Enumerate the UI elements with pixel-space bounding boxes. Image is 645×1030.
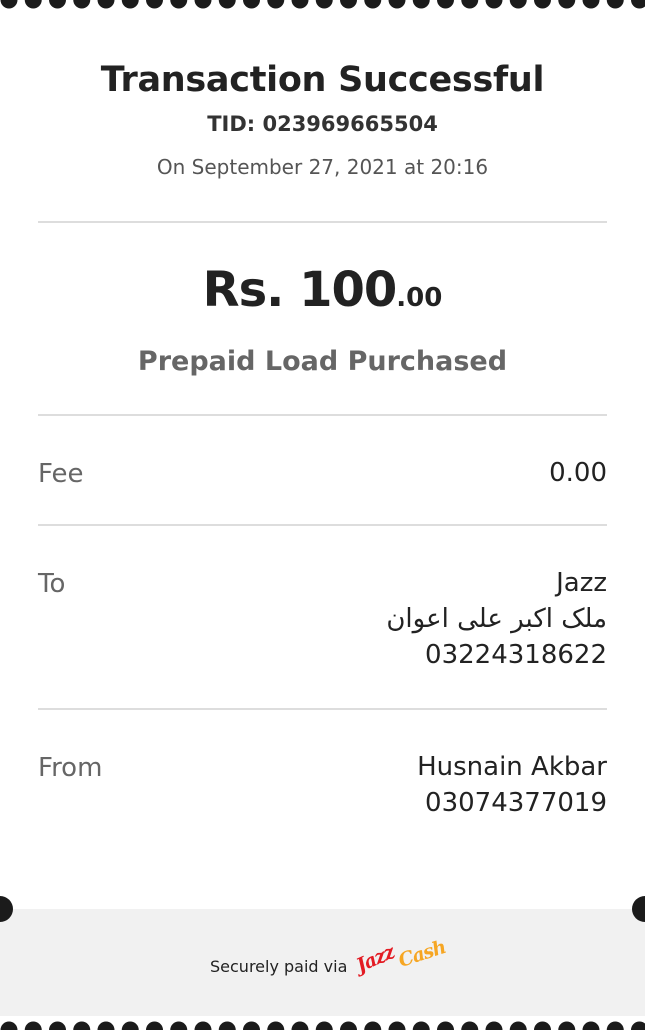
divider xyxy=(38,524,607,526)
to-label: To xyxy=(38,567,65,601)
from-label: From xyxy=(38,751,102,785)
page-title: Transaction Successful xyxy=(0,58,645,102)
transaction-description: Prepaid Load Purchased xyxy=(0,346,645,377)
to-number: 03224318622 xyxy=(386,637,607,673)
from-name: Husnain Akbar xyxy=(417,749,607,785)
amount-main: Rs. 100 xyxy=(203,262,397,318)
divider xyxy=(38,708,607,710)
divider xyxy=(38,221,607,223)
fee-value: 0.00 xyxy=(549,455,607,491)
fee-label: Fee xyxy=(38,457,84,491)
notch-right xyxy=(632,896,645,922)
jazzcash-logo: Jazz Cash xyxy=(358,941,454,991)
from-details: Husnain Akbar 03074377019 xyxy=(417,749,607,821)
divider xyxy=(38,414,607,416)
receipt-top-edge xyxy=(0,0,645,14)
secure-payment-label: Securely paid via xyxy=(210,957,347,977)
logo-cash-text: Cash xyxy=(396,936,448,972)
receipt-footer: Securely paid via Jazz Cash xyxy=(0,909,645,1016)
transaction-datetime: On September 27, 2021 at 20:16 xyxy=(0,154,645,180)
to-name: ملک اکبر علی اعوان xyxy=(386,601,607,637)
amount-cents: .00 xyxy=(396,283,442,313)
receipt-header: Transaction Successful TID: 023969665504… xyxy=(0,58,645,180)
notch-left xyxy=(0,896,13,922)
scallop-top xyxy=(0,0,645,14)
to-network: Jazz xyxy=(386,565,607,601)
to-details: Jazz ملک اکبر علی اعوان 03224318622 xyxy=(386,565,607,673)
transaction-id: TID: 023969665504 xyxy=(0,111,645,137)
from-number: 03074377019 xyxy=(417,785,607,821)
logo-jazz-text: Jazz xyxy=(353,941,397,977)
amount-display: Rs. 100.00 xyxy=(0,262,645,318)
